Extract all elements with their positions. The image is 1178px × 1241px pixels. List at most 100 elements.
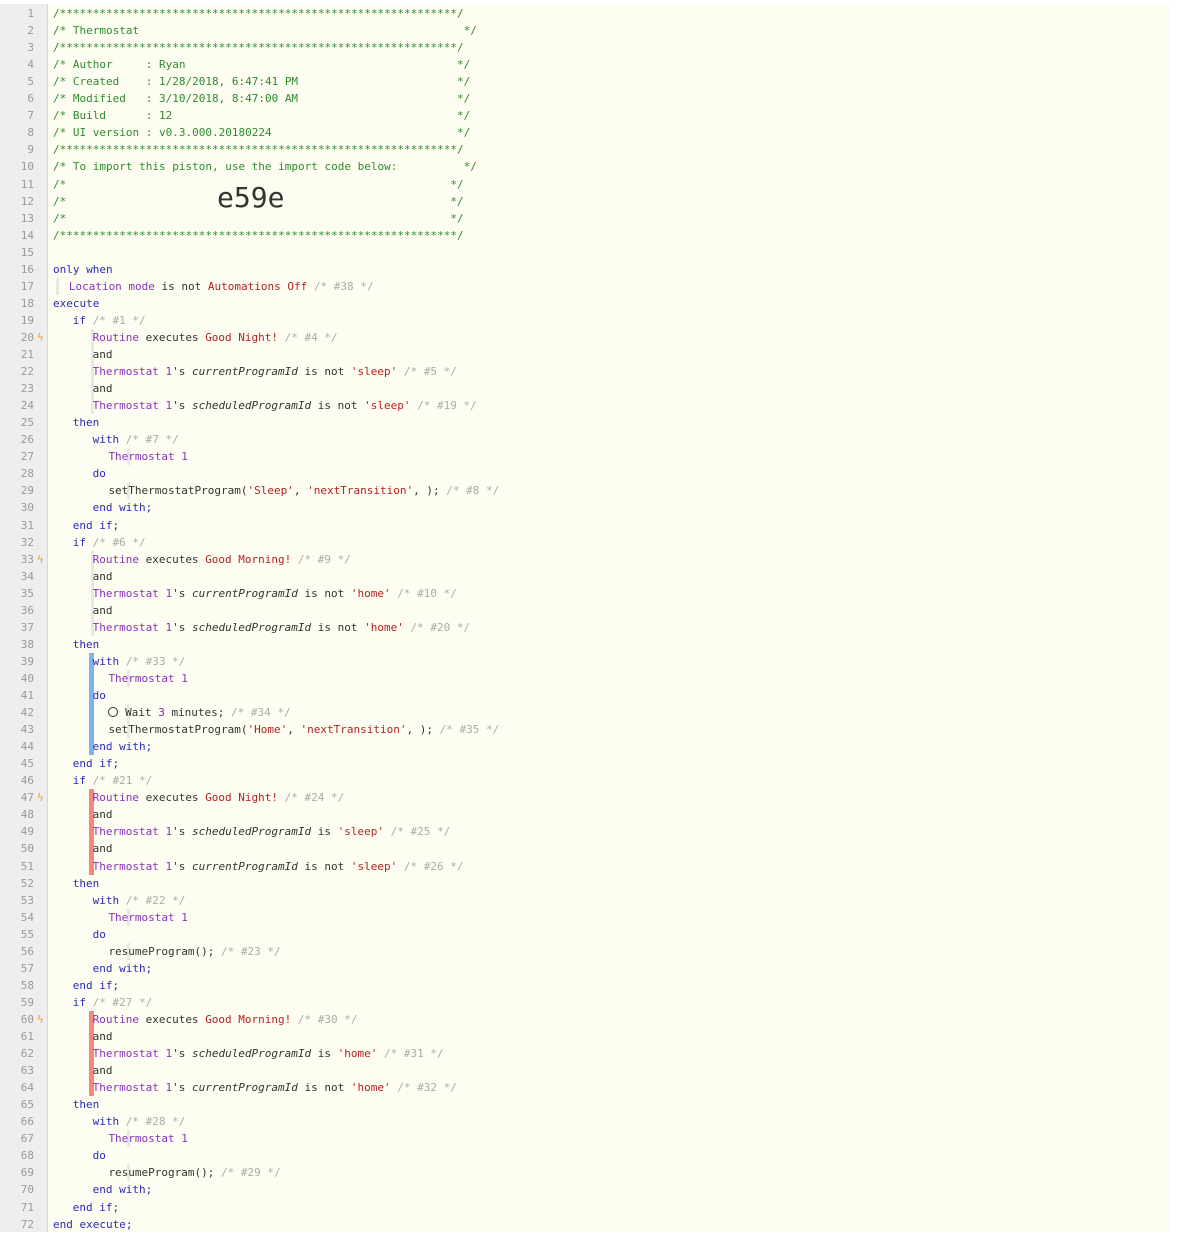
code-line: 3 /**************************************… [0,39,1170,56]
code-token[interactable]: Thermostat 1 [108,672,187,685]
code-text: end with; [93,738,153,755]
code-line: 34 and [0,568,1170,585]
code-spacing [384,825,391,838]
code-spacing: */ [185,58,471,72]
code-token: 's [172,1047,186,1061]
code-token[interactable]: Routine [93,1013,139,1026]
code-token[interactable]: Thermostat 1 [93,621,172,634]
import-code[interactable]: e59e [217,182,284,213]
line-number: 14 [20,228,34,242]
code-spacing: : [119,75,159,89]
code-token: currentProgramId [191,586,298,600]
code-spacing: */ [298,75,471,89]
line-number: 8 [27,126,34,140]
code-line: 5 /* Created : 1/28/2018, 6:47:41 PM */ [0,73,1170,90]
line-number: 65 [20,1098,34,1112]
code-text: then [73,1096,100,1113]
line-number: 55 [20,927,34,941]
code-spacing: */ [298,92,471,106]
code-text: /* Modified : 3/10/2018, 8:47:00 AM */ [53,90,470,107]
code-token: end with; [92,740,153,754]
code-spacing: /* [53,109,73,123]
code-token: /***************************************… [53,228,464,242]
code-token[interactable]: Thermostat 1 [108,450,187,463]
code-spacing [185,621,192,634]
line-number: 3 [27,41,34,55]
code-line: 58 end if; [0,977,1170,994]
line-number: 61 [20,1030,34,1043]
code-text: only when [53,261,113,278]
code-spacing: , [287,723,301,737]
code-token: currentProgramId [191,859,298,873]
code-token: 's [172,365,186,379]
code-token: /* #10 */ [397,586,457,600]
code-text: and [93,602,113,619]
line-number: 54 [20,910,34,924]
code-token[interactable]: Routine [93,553,139,566]
code-token[interactable]: Thermostat 1 [93,365,172,378]
code-spacing [397,860,404,873]
code-token[interactable]: Location mode [69,280,155,293]
line-number: 29 [20,484,34,498]
code-token[interactable]: Thermostat 1 [93,399,172,412]
line-number: 42 [20,706,34,720]
code-spacing [139,331,146,344]
code-line: 45 end if; [0,755,1170,772]
code-text: end with; [93,960,153,977]
code-token: 'sleep' [350,859,398,873]
code-token: Good Morning! [205,1012,292,1026]
code-spacing [298,365,305,378]
code-token: /* #29 */ [221,1166,281,1180]
code-token: Automations Off [207,279,308,293]
code-token: is not [304,859,345,873]
code-spacing [86,996,93,1009]
code-token: end if; [72,518,120,532]
code-token: then [72,876,100,890]
code-line: 31 end if; [0,517,1170,534]
code-token[interactable]: Thermostat 1 [108,1132,187,1145]
code-token[interactable]: Thermostat 1 [93,825,172,838]
code-token: /* #22 */ [125,893,186,907]
code-token[interactable]: Thermostat 1 [93,1081,172,1094]
code-spacing [311,1047,318,1060]
line-number: 68 [20,1149,34,1163]
code-token: end execute; [53,1217,133,1231]
code-token: /* #31 */ [384,1047,444,1061]
line-number: 23 [20,382,34,396]
code-token: /* #33 */ [125,654,186,668]
line-number: 21 [20,348,34,361]
code-text: if /* #27 */ [73,994,152,1011]
code-token: /* #20 */ [410,620,471,634]
code-token[interactable]: Routine [93,791,139,804]
code-text: /* Created : 1/28/2018, 6:47:41 PM */ [53,73,470,90]
code-token[interactable]: Thermostat 1 [108,911,187,924]
code-spacing [86,314,93,327]
code-token: currentProgramId [191,365,298,379]
code-token[interactable]: Thermostat 1 [93,587,172,600]
code-line: 63 and [0,1062,1170,1079]
code-token: /* #34 */ [231,706,291,720]
code-token: /* #26 */ [403,859,464,873]
line-number: 36 [20,603,34,617]
code-line: 36 and [0,602,1170,619]
code-token[interactable]: Routine [93,331,139,344]
code-token: /***************************************… [53,41,464,55]
code-token: is not [317,620,358,634]
code-token[interactable]: Thermostat 1 [93,860,172,873]
line-number: 26 [20,433,34,447]
code-token[interactable]: Thermostat 1 [93,1047,172,1060]
code-spacing [278,331,285,344]
code-text: end if; [73,1199,119,1216]
code-token: 'home' [350,1081,391,1095]
code-token: is not [304,365,345,379]
code-line: 52 then [0,875,1170,892]
code-token: Author [72,58,113,72]
code-text: /* Author : Ryan */ [53,56,470,73]
code-spacing [311,621,318,634]
code-line: 56 resumeProgram(); /* #23 */ [0,943,1170,960]
code-text: Thermostat 1 [108,909,187,926]
code-line: 38 then [0,636,1170,653]
code-token: /* #4 */ [284,330,338,344]
code-line: 10 /* To import this piston, use the impo… [0,158,1170,175]
code-token: then [72,416,100,430]
